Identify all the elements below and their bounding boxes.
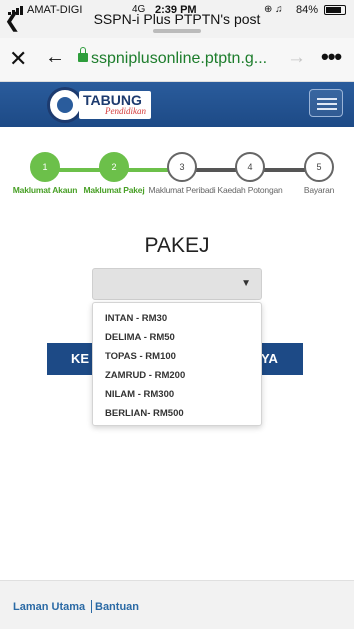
footer-divider (91, 600, 92, 613)
more-options-icon[interactable]: ••• (321, 44, 342, 70)
step-number: 5 (304, 152, 334, 182)
next-button-label-left: KE (71, 351, 90, 366)
step-1: 1 Maklumat Akaun (5, 152, 85, 195)
package-select[interactable]: ▼ (92, 268, 262, 300)
dropdown-option[interactable]: DELIMA - RM50 (105, 332, 175, 343)
step-label: Bayaran (303, 185, 335, 195)
menu-toggle-button[interactable] (309, 89, 343, 117)
close-icon[interactable]: ✕ (9, 46, 27, 72)
step-label: Kaedah Potongan (217, 185, 283, 195)
step-number: 4 (235, 152, 265, 182)
page-title: PAKEJ (144, 234, 210, 257)
dropdown-option[interactable]: NILAM - RM300 (105, 389, 174, 400)
ptptn-seal-icon (47, 87, 83, 123)
sheet-handle[interactable] (153, 29, 201, 33)
hamburger-icon (317, 98, 337, 100)
back-arrow-icon[interactable]: ← (45, 46, 65, 69)
footer-link-home[interactable]: Laman Utama (13, 601, 85, 613)
dropdown-option[interactable]: TOPAS - RM100 (105, 351, 176, 362)
url-text[interactable]: sspniplusonline.ptptn.g... (91, 50, 267, 68)
site-banner: TABUNG Pendidikan (0, 82, 354, 127)
site-footer: Laman Utama Bantuan (0, 580, 354, 629)
browser-toolbar: ✕ ← sspniplusonline.ptptn.g... → ••• (0, 38, 354, 82)
step-label: Maklumat Akaun (12, 185, 78, 195)
next-button-label-right: YA (261, 351, 278, 366)
step-number: 2 (99, 152, 129, 182)
dropdown-caret-icon: ▼ (241, 278, 251, 289)
dropdown-option[interactable]: BERLIAN- RM500 (105, 408, 184, 419)
step-4: 4 Kaedah Potongan (210, 152, 290, 195)
logo-subtitle: Pendidikan (105, 106, 146, 116)
logo-wordmark: TABUNG Pendidikan (79, 91, 151, 119)
step-number: 1 (30, 152, 60, 182)
step-number: 3 (167, 152, 197, 182)
dropdown-option[interactable]: INTAN - RM30 (105, 313, 167, 324)
forward-arrow-icon[interactable]: → (287, 47, 306, 69)
progress-stepper: 1 Maklumat Akaun 2 Maklumat Pakej 3 Makl… (0, 152, 354, 212)
app-header-title: SSPN-i Plus PTPTN's post (93, 11, 261, 27)
footer-link-help[interactable]: Bantuan (95, 601, 139, 613)
lock-icon (78, 47, 88, 62)
package-dropdown-menu: INTAN - RM30 DELIMA - RM50 TOPAS - RM100… (92, 302, 262, 426)
dropdown-option[interactable]: ZAMRUD - RM200 (105, 370, 185, 381)
step-5: 5 Bayaran (279, 152, 354, 195)
main-content: 1 Maklumat Akaun 2 Maklumat Pakej 3 Makl… (0, 127, 354, 580)
site-logo[interactable]: TABUNG Pendidikan (47, 87, 155, 123)
